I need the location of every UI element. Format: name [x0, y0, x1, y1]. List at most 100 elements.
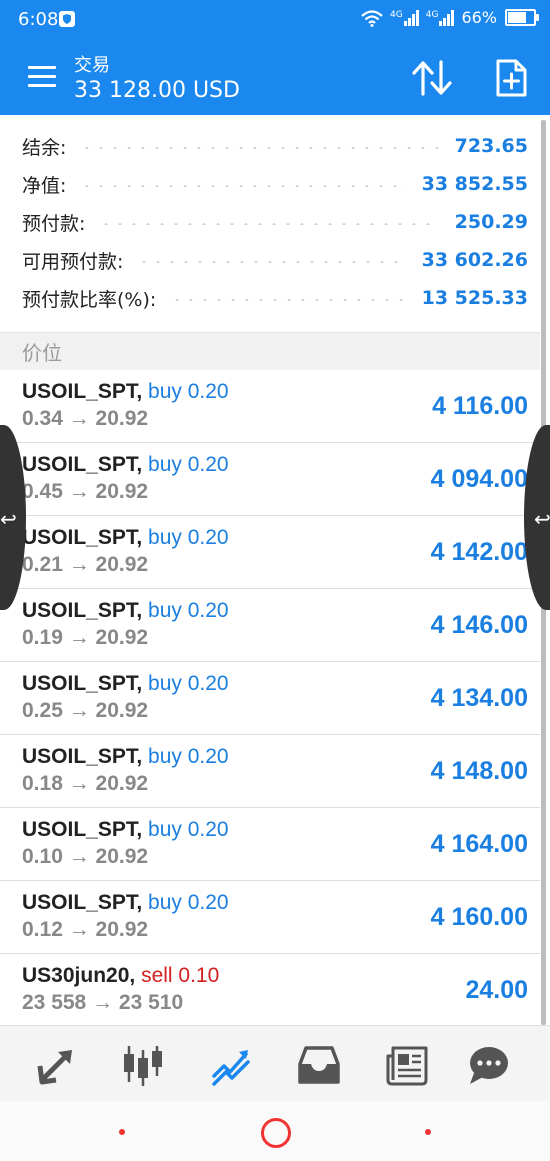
- position-symbol: USOIL_SPT,: [22, 526, 143, 549]
- back-arrow-icon: ↩: [0, 507, 17, 531]
- system-back-button[interactable]: [119, 1129, 125, 1135]
- summary-row-margin: 预付款: 250.29: [22, 204, 528, 240]
- position-action: buy 0.20: [148, 453, 229, 476]
- position-prices: 0.12 → 20.92: [22, 918, 149, 941]
- position-symbol-line: USOIL_SPT, buy 0.20: [22, 380, 229, 404]
- position-profit: 4 160.00: [430, 903, 528, 931]
- position-symbol-line: USOIL_SPT, buy 0.20: [22, 599, 229, 623]
- position-row[interactable]: US30jun20, sell 0.10 23 558 → 23 510 24.…: [0, 954, 540, 1027]
- position-symbol: USOIL_SPT,: [22, 672, 143, 695]
- position-symbol-line: USOIL_SPT, buy 0.20: [22, 453, 229, 477]
- account-summary: 结余: 723.65 净值: 33 852.55 预付款: 250.29 可用预…: [0, 115, 540, 332]
- position-symbol: USOIL_SPT,: [22, 599, 143, 622]
- summary-row-margin-level: 预付款比率(%): 13 525.33: [22, 280, 528, 316]
- position-profit: 4 148.00: [430, 757, 528, 785]
- position-symbol-line: USOIL_SPT, buy 0.20: [22, 818, 229, 842]
- system-nav-bar: [0, 1101, 550, 1161]
- signal-2: 4G: [426, 9, 456, 26]
- position-symbol: US30jun20,: [22, 964, 136, 987]
- menu-icon[interactable]: [28, 66, 56, 88]
- summary-label: 结余:: [22, 136, 67, 159]
- quotes-icon[interactable]: [32, 1040, 82, 1090]
- summary-label: 预付款比率(%):: [22, 288, 157, 311]
- dotted-leader: [99, 223, 441, 225]
- position-row[interactable]: USOIL_SPT, buy 0.20 0.45 → 20.92 4 094.0…: [0, 443, 540, 516]
- position-row[interactable]: USOIL_SPT, buy 0.20 0.18 → 20.92 4 148.0…: [0, 735, 540, 808]
- status-right: 4G 4G 66%: [360, 8, 539, 27]
- summary-value: 250.29: [454, 211, 528, 233]
- position-row[interactable]: USOIL_SPT, buy 0.20 0.21 → 20.92 4 142.0…: [0, 516, 540, 589]
- position-prices: 0.19 → 20.92: [22, 626, 149, 649]
- summary-label: 可用预付款:: [22, 250, 124, 273]
- position-prices: 0.10 → 20.92: [22, 845, 149, 868]
- position-action: buy 0.20: [148, 891, 229, 914]
- position-action: buy 0.20: [148, 526, 229, 549]
- position-symbol-line: US30jun20, sell 0.10: [22, 964, 219, 988]
- signal-bars-icon: [403, 9, 419, 26]
- dotted-leader: [80, 185, 408, 187]
- summary-label: 预付款:: [22, 212, 86, 235]
- back-arrow-icon: ↩: [534, 507, 550, 531]
- network-label-1: 4G: [390, 9, 403, 20]
- battery-percent: 66%: [461, 8, 497, 27]
- position-action: buy 0.20: [148, 818, 229, 841]
- position-row[interactable]: USOIL_SPT, buy 0.20 0.12 → 20.92 4 160.0…: [0, 881, 540, 954]
- position-symbol: USOIL_SPT,: [22, 891, 143, 914]
- bottom-nav: [0, 1025, 550, 1102]
- signal-bars-icon: [439, 9, 455, 26]
- position-row[interactable]: USOIL_SPT, buy 0.20 0.10 → 20.92 4 164.0…: [0, 808, 540, 881]
- position-profit: 4 116.00: [432, 392, 528, 420]
- positions-list: USOIL_SPT, buy 0.20 0.34 → 20.92 4 116.0…: [0, 370, 540, 1027]
- position-profit: 4 094.00: [430, 465, 528, 493]
- dotted-leader: [137, 261, 408, 263]
- trade-icon[interactable]: [206, 1040, 256, 1090]
- position-symbol: USOIL_SPT,: [22, 453, 143, 476]
- summary-value: 33 852.55: [421, 173, 528, 195]
- section-label: 价位: [22, 341, 62, 365]
- position-profit: 4 146.00: [430, 611, 528, 639]
- position-action: sell 0.10: [141, 964, 220, 987]
- position-prices: 23 558 → 23 510: [22, 991, 184, 1014]
- position-symbol: USOIL_SPT,: [22, 745, 143, 768]
- system-home-button[interactable]: [261, 1118, 291, 1148]
- position-row[interactable]: USOIL_SPT, buy 0.20 0.19 → 20.92 4 146.0…: [0, 589, 540, 662]
- position-symbol: USOIL_SPT,: [22, 380, 143, 403]
- header-balance: 33 128.00 USD: [74, 78, 240, 103]
- position-profit: 4 142.00: [430, 538, 528, 566]
- system-recents-button[interactable]: [425, 1129, 431, 1135]
- news-icon[interactable]: [382, 1040, 432, 1090]
- summary-row-equity: 净值: 33 852.55: [22, 166, 528, 202]
- position-symbol-line: USOIL_SPT, buy 0.20: [22, 526, 229, 550]
- history-icon[interactable]: [294, 1040, 344, 1090]
- position-row[interactable]: USOIL_SPT, buy 0.20 0.25 → 20.92 4 134.0…: [0, 662, 540, 735]
- chart-icon[interactable]: [118, 1040, 168, 1090]
- summary-value: 13 525.33: [421, 287, 528, 309]
- position-row[interactable]: USOIL_SPT, buy 0.20 0.34 → 20.92 4 116.0…: [0, 370, 540, 443]
- summary-value: 723.65: [454, 135, 528, 157]
- signal-1: 4G: [390, 9, 420, 26]
- position-prices: 0.25 → 20.92: [22, 699, 149, 722]
- summary-row-balance: 结余: 723.65: [22, 128, 528, 164]
- summary-row-free-margin: 可用预付款: 33 602.26: [22, 242, 528, 278]
- sort-icon[interactable]: [410, 58, 454, 98]
- wifi-icon: [361, 9, 383, 27]
- position-action: buy 0.20: [148, 672, 229, 695]
- dotted-leader: [170, 299, 408, 301]
- position-action: buy 0.20: [148, 599, 229, 622]
- summary-label: 净值:: [22, 174, 67, 197]
- dotted-leader: [80, 147, 441, 149]
- page-title: 交易: [74, 55, 110, 76]
- position-action: buy 0.20: [148, 745, 229, 768]
- position-prices: 0.18 → 20.92: [22, 772, 149, 795]
- position-symbol-line: USOIL_SPT, buy 0.20: [22, 891, 229, 915]
- chat-icon[interactable]: [464, 1040, 514, 1090]
- status-bar: 6:08 4G 4G 66%: [0, 0, 550, 40]
- position-action: buy 0.20: [148, 380, 229, 403]
- shield-icon: [59, 11, 75, 27]
- new-order-icon[interactable]: [494, 58, 528, 98]
- app-toolbar: 交易 33 128.00 USD: [0, 40, 550, 115]
- position-prices: 0.45 → 20.92: [22, 480, 149, 503]
- position-symbol-line: USOIL_SPT, buy 0.20: [22, 672, 229, 696]
- section-header: 价位: [0, 332, 540, 371]
- position-profit: 4 134.00: [430, 684, 528, 712]
